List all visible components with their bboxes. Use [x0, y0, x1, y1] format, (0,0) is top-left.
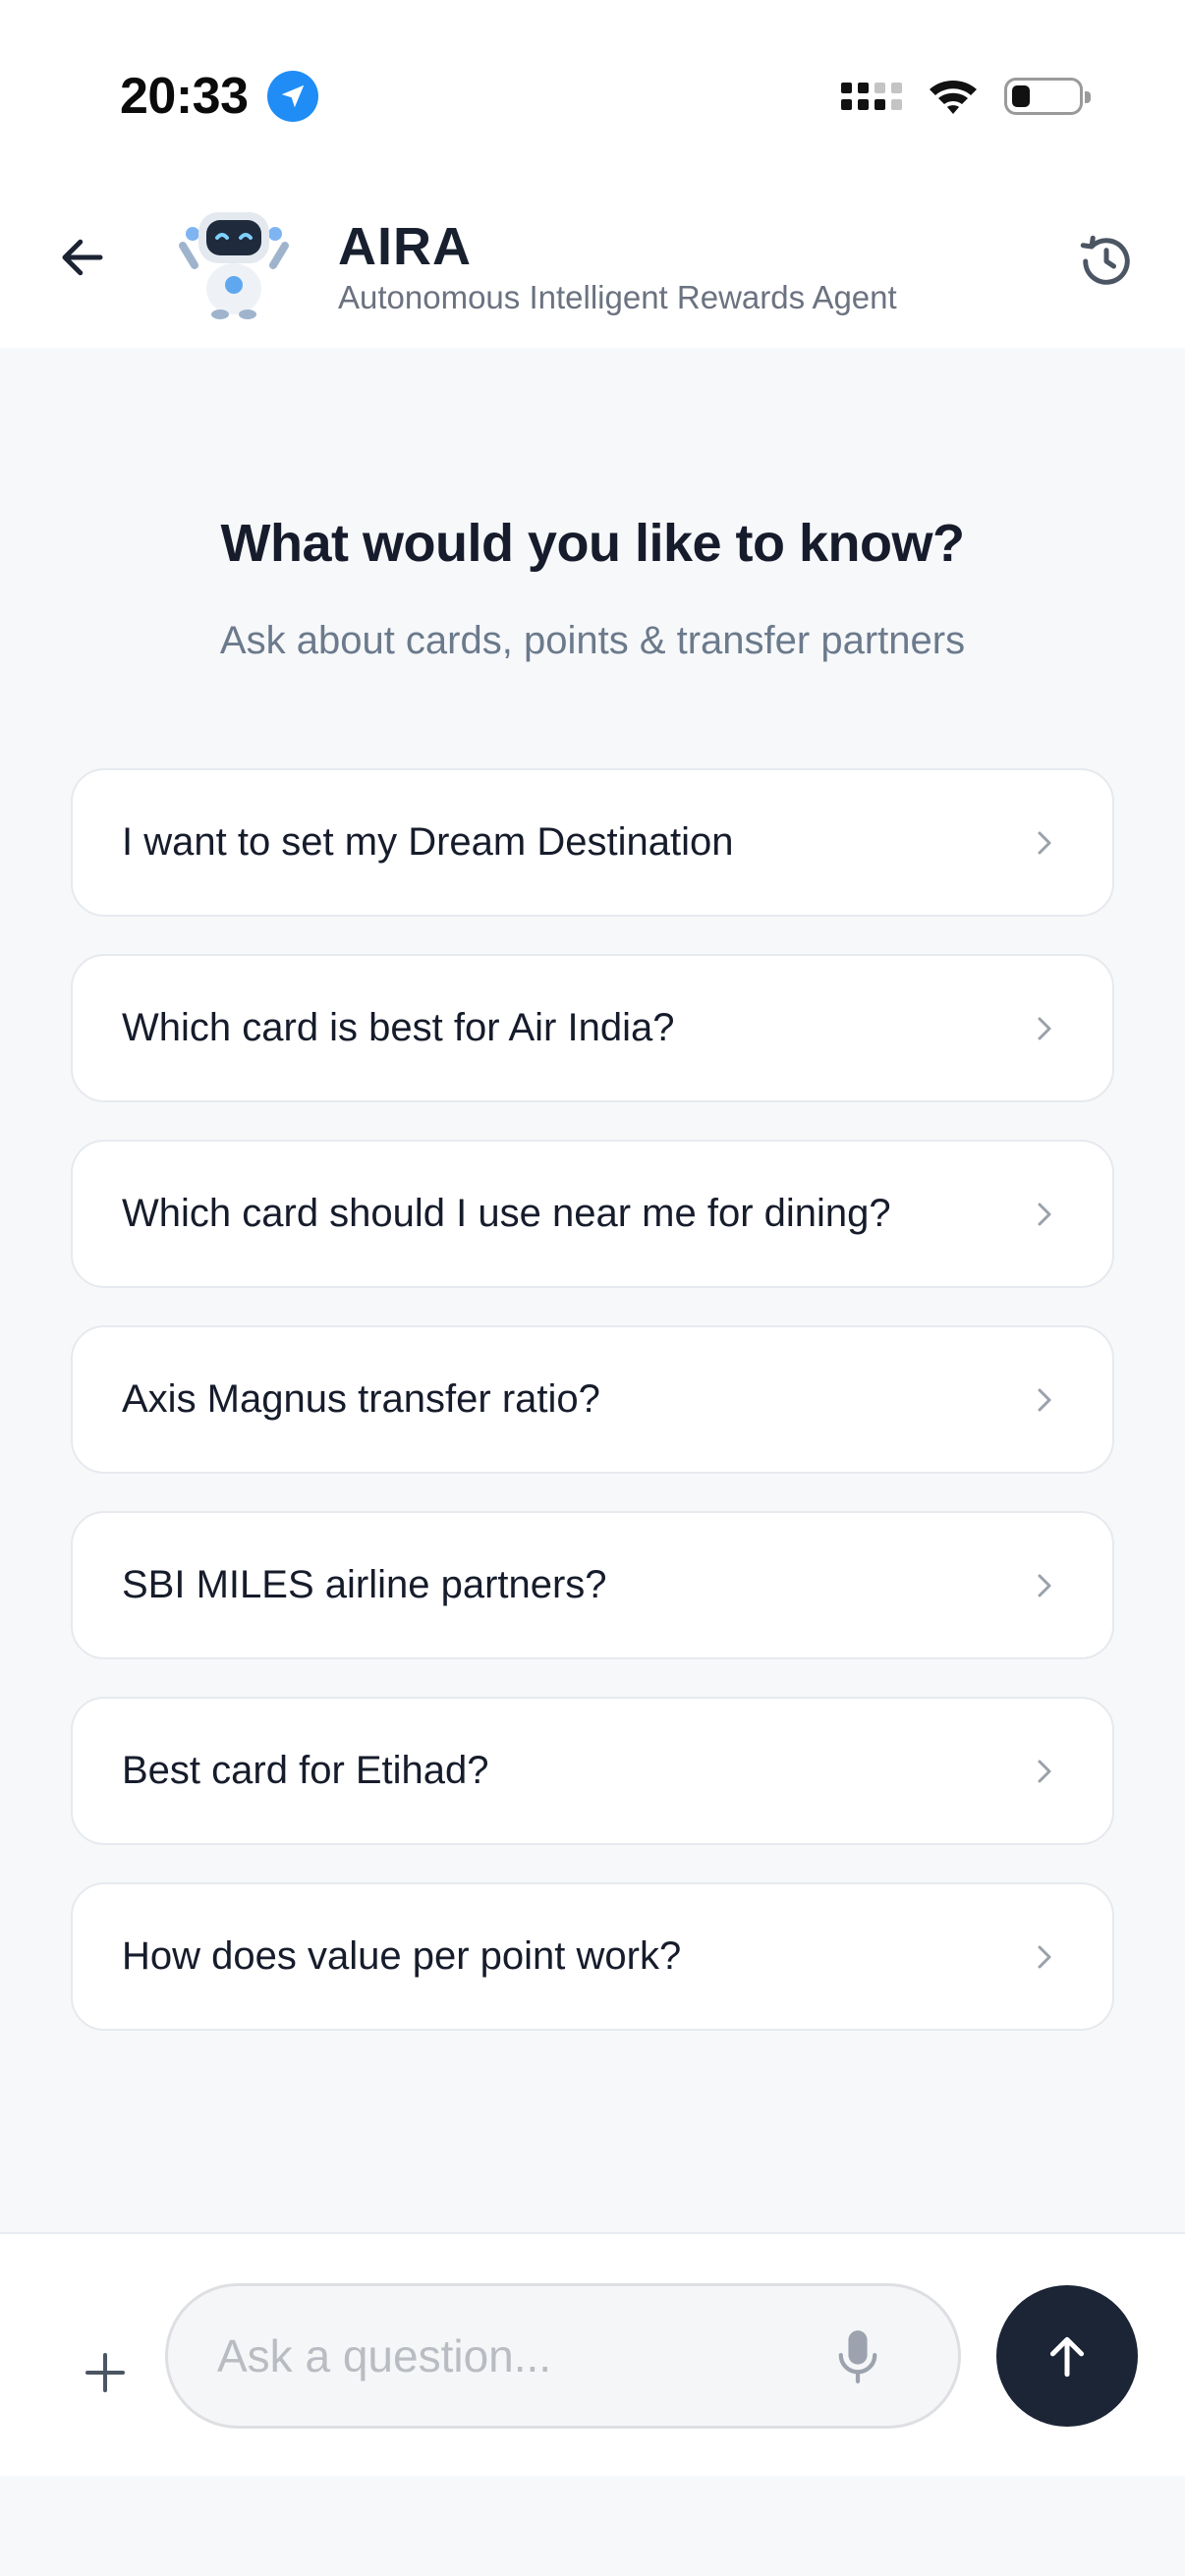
cellular-signal-icon [841, 83, 902, 110]
message-composer [0, 2232, 1185, 2476]
suggestion-item[interactable]: Which card is best for Air India? [71, 954, 1114, 1102]
arrow-up-icon [1049, 2336, 1085, 2378]
plus-icon [85, 2353, 125, 2392]
robot-avatar [179, 212, 289, 319]
suggestion-item[interactable]: Best card for Etihad? [71, 1697, 1114, 1845]
chevron-right-icon [1038, 1017, 1051, 1039]
back-button[interactable] [47, 222, 118, 293]
status-time: 20:33 [120, 68, 249, 125]
suggestion-item[interactable]: I want to set my Dream Destination [71, 768, 1114, 917]
chevron-right-icon [1038, 1574, 1051, 1596]
chat-header: AIRA Autonomous Intelligent Rewards Agen… [0, 187, 1185, 348]
suggestion-item[interactable]: Which card should I use near me for dini… [71, 1140, 1114, 1288]
chevron-right-icon [1038, 831, 1051, 854]
suggestion-label: Which card is best for Air India? [122, 1006, 675, 1049]
suggestion-item[interactable]: SBI MILES airline partners? [71, 1511, 1114, 1659]
top-area: 20:33 AIRA Autonomous Intelligent Reward… [0, 0, 1185, 348]
chevron-right-icon [1038, 1760, 1051, 1782]
suggestion-item[interactable]: Axis Magnus transfer ratio? [71, 1325, 1114, 1474]
microphone-icon [838, 2330, 877, 2384]
arrow-left-icon [62, 239, 103, 276]
agent-title: AIRA [338, 217, 472, 276]
chevron-right-icon [1038, 1388, 1051, 1411]
status-icons [841, 73, 1091, 120]
battery-icon [1004, 78, 1091, 115]
suggestion-item[interactable]: How does value per point work? [71, 1882, 1114, 2031]
mic-button[interactable] [830, 2327, 885, 2386]
suggestion-label: I want to set my Dream Destination [122, 820, 734, 864]
suggestion-label: How does value per point work? [122, 1934, 682, 1978]
question-input-wrapper [165, 2283, 961, 2429]
question-input[interactable] [217, 2286, 826, 2426]
status-bar: 20:33 [0, 0, 1185, 187]
hero-subtitle: Ask about cards, points & transfer partn… [219, 619, 966, 662]
chevron-right-icon [1038, 1203, 1051, 1225]
suggestion-label: SBI MILES airline partners? [122, 1563, 607, 1606]
attach-button[interactable] [71, 2338, 140, 2407]
suggestion-label: Axis Magnus transfer ratio? [122, 1377, 600, 1421]
location-arrow-icon [267, 71, 318, 122]
suggestion-label: Best card for Etihad? [122, 1749, 489, 1792]
suggestion-list: I want to set my Dream Destination Which… [71, 768, 1114, 2031]
suggestion-label: Which card should I use near me for dini… [122, 1192, 891, 1235]
agent-subtitle: Autonomous Intelligent Rewards Agent [338, 279, 897, 315]
wifi-icon [930, 81, 977, 114]
hero-title: What would you like to know? [220, 514, 965, 573]
history-icon [1080, 235, 1130, 285]
chevron-right-icon [1038, 1945, 1051, 1968]
send-button[interactable] [996, 2285, 1138, 2427]
history-button[interactable] [1067, 222, 1146, 301]
